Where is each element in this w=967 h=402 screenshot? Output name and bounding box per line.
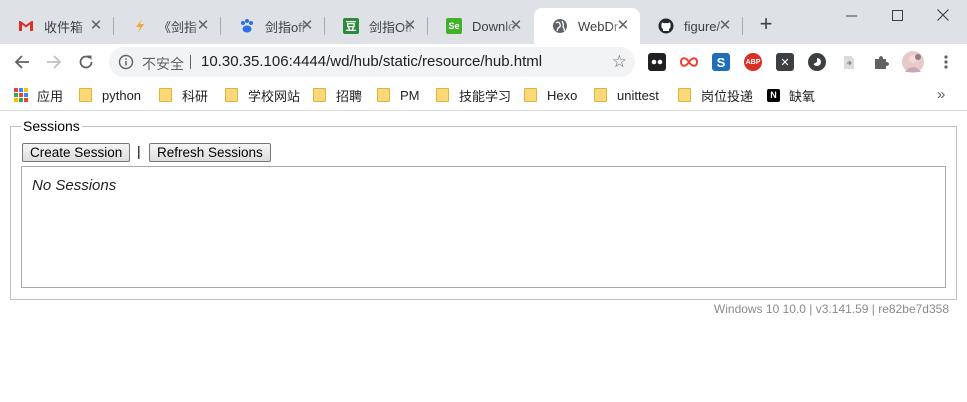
forward-button[interactable] [42,50,66,74]
bookmark-label: 岗位投递 [701,88,754,104]
close-window-button[interactable] [928,4,958,26]
bookmark-folder-applications[interactable]: 岗位投递 [678,86,753,104]
bookmark-folder-python[interactable]: python [79,86,141,104]
bookmarks-overflow-icon[interactable]: » [937,86,945,103]
bookmark-folder-school[interactable]: 学校网站 [225,86,300,104]
adblock-plus-icon[interactable]: ABP [744,53,762,71]
s-extension-icon[interactable]: S [712,53,730,71]
browser-menu-button[interactable] [934,50,958,74]
bookmark-label: 缺氧 [789,88,816,104]
kebab-menu-icon [944,55,948,69]
tab-baidu[interactable]: 剑指off ✕ [221,8,324,44]
close-icon[interactable]: ✕ [718,18,732,33]
folder-icon [436,88,449,102]
douban-icon: 豆 [343,18,359,34]
tab-douban[interactable]: 豆 剑指Off ✕ [325,8,427,44]
server-info-footer: Windows 10 10.0 | v3.141.59 | re82be7d35… [713,302,949,316]
folder-icon [159,88,172,102]
folder-icon [678,88,691,102]
puzzle-extensions-icon[interactable] [872,53,890,71]
folder-icon [79,88,92,102]
bookmark-folder-hexo[interactable]: Hexo [524,86,577,104]
close-icon[interactable]: ✕ [509,18,523,33]
gmail-icon [18,18,34,34]
tab-title: 收件箱 [44,19,84,35]
button-separator: | [137,143,141,159]
bookmark-label: 应用 [37,88,64,104]
github-icon [658,18,674,34]
bookmark-label: PM [400,87,420,103]
refresh-sessions-button[interactable]: Refresh Sessions [149,143,271,162]
document-extension-icon[interactable] [840,53,858,71]
bookmarks-bar: 应用 python 科研 学校网站 招聘 PM 技能学习 Hexo unitte… [0,80,967,111]
folder-icon [313,88,326,102]
notion-icon: N [767,88,780,102]
tab-selenium-downloads[interactable]: Se Downlo ✕ [428,8,533,44]
close-icon[interactable]: ✕ [616,18,630,33]
reload-icon [79,55,93,69]
omnibox-divider [190,55,191,69]
bookmark-folder-pm[interactable]: PM [377,86,420,104]
browser-toolbar: 不安全 10.30.35.106:4444/wd/hub/static/reso… [0,44,967,80]
globe-icon [552,18,568,34]
security-label: 不安全 [142,56,184,72]
folder-icon [377,88,390,102]
close-icon[interactable]: ✕ [89,18,103,33]
bookmark-label: 学校网站 [248,88,301,104]
bookmark-notion-page[interactable]: N 缺氧 [767,86,815,104]
infinity-extension-icon[interactable] [680,53,698,71]
juejin-icon [132,18,148,34]
bookmark-folder-research[interactable]: 科研 [159,86,208,104]
apps-grid-icon [14,88,28,102]
url-text[interactable]: 10.30.35.106:4444/wd/hub/static/resource… [201,53,542,70]
arrow-right-icon [47,55,62,69]
bookmark-label: unittest [617,87,659,103]
tab-jianzhi-book[interactable]: 《剑指 ✕ [114,8,220,44]
circle-extension-icon[interactable] [808,53,826,71]
close-icon[interactable]: ✕ [196,18,210,33]
sessions-legend: Sessions [23,118,80,134]
empty-sessions-message: No Sessions [32,177,117,194]
bookmark-folder-skills[interactable]: 技能学习 [436,86,511,104]
maximize-button[interactable] [882,4,912,26]
info-icon[interactable] [118,54,134,75]
bookmark-label: Hexo [547,87,578,103]
minimize-button[interactable] [836,4,866,26]
tab-gmail[interactable]: 收件箱 ✕ [0,8,113,44]
selenium-icon: Se [446,18,462,34]
new-tab-button[interactable]: + [755,13,777,35]
bookmark-folder-unittest[interactable]: unittest [594,86,659,104]
tab-github[interactable]: figure/ ✕ [640,8,742,44]
tampermonkey-icon[interactable] [648,53,666,71]
bookmark-label: 技能学习 [459,88,512,104]
sessions-list: No Sessions [21,166,946,288]
folder-icon [225,88,238,102]
address-bar[interactable]: 不安全 10.30.35.106:4444/wd/hub/static/reso… [109,47,635,77]
bookmark-apps[interactable]: 应用 [14,86,63,104]
x-extension-icon[interactable]: ✕ [776,53,794,71]
tab-strip: 收件箱 ✕ 《剑指 ✕ 剑指off ✕ 豆 剑指Off ✕ Se Downlo … [0,0,967,44]
reload-button[interactable] [74,50,98,74]
folder-icon [524,88,537,102]
bookmark-star-icon[interactable]: ☆ [612,52,627,72]
back-button[interactable] [10,50,34,74]
bookmark-folder-jobs[interactable]: 招聘 [313,86,362,104]
folder-icon [594,88,607,102]
close-icon[interactable]: ✕ [300,18,314,33]
create-session-button[interactable]: Create Session [22,143,131,162]
profile-avatar[interactable] [902,51,924,73]
tab-divider [742,17,743,35]
bookmark-label: python [102,87,142,103]
bookmark-label: 招聘 [336,88,363,104]
arrow-left-icon [14,55,29,69]
bookmark-label: 科研 [182,88,209,104]
baidu-paw-icon [239,18,255,34]
tab-webdriver-hub[interactable]: WebDr ✕ [534,8,640,44]
close-icon[interactable]: ✕ [403,18,417,33]
